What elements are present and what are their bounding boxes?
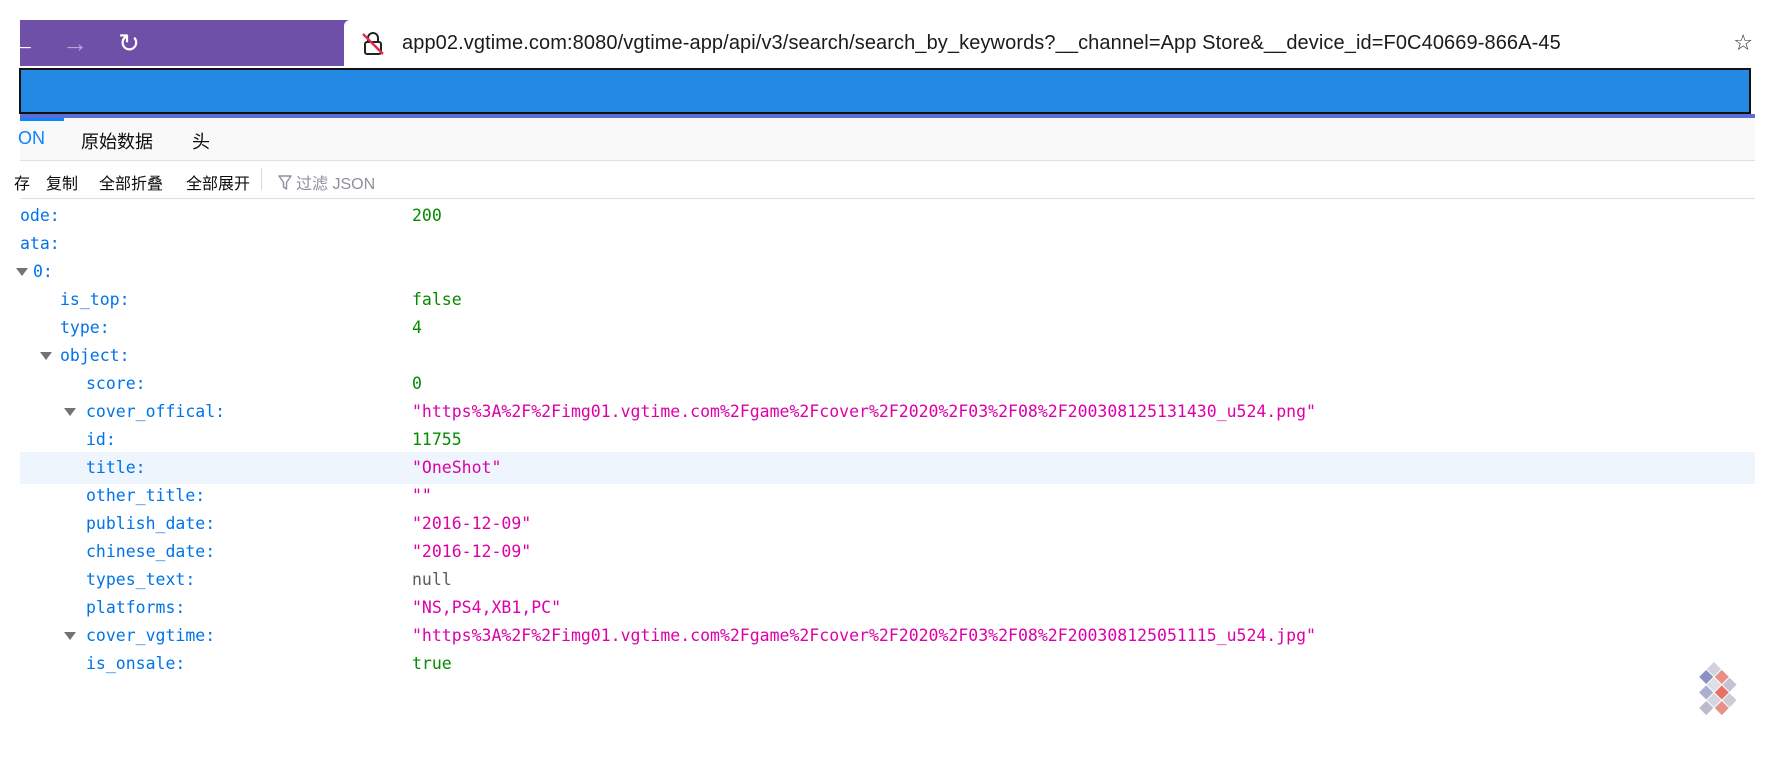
active-tab-indicator bbox=[20, 118, 64, 121]
forward-icon[interactable]: → bbox=[60, 28, 90, 58]
bookmark-star-icon[interactable]: ☆ bbox=[1733, 30, 1753, 56]
json-viewer-tabs: ON 原始数据 头 bbox=[18, 118, 1755, 161]
url-text[interactable]: app02.vgtime.com:8080/vgtime-app/api/v3/… bbox=[402, 32, 1561, 55]
url-bar[interactable]: app02.vgtime.com:8080/vgtime-app/api/v3/… bbox=[344, 20, 1755, 66]
watermark-logo bbox=[1699, 662, 1737, 716]
close-icon[interactable]: ✕ bbox=[1752, 84, 1767, 105]
tab-raw-data[interactable]: 原始数据 bbox=[81, 128, 153, 154]
tab-headers[interactable]: 头 bbox=[192, 128, 210, 154]
filter-placeholder: 过滤 JSON bbox=[296, 176, 376, 193]
expand-toggle-icon[interactable] bbox=[64, 408, 76, 416]
json-actions-toolbar: 存 复制 全部折叠 全部展开 过滤 JSON bbox=[14, 162, 1755, 199]
save-button[interactable]: 存 bbox=[14, 170, 30, 194]
collapse-all-button[interactable]: 全部折叠 bbox=[99, 170, 163, 194]
json-value: true bbox=[412, 654, 452, 673]
toolbar-divider bbox=[261, 168, 262, 190]
expand-all-button[interactable]: 全部展开 bbox=[186, 170, 250, 194]
json-key: is_onsale: bbox=[86, 654, 186, 673]
json-row[interactable]: is_onsale: true bbox=[20, 648, 1755, 680]
browser-toolbar: ← → ↻ app02.vgtime.com:8080/vgtime-app/a… bbox=[10, 20, 1755, 66]
json-tree: ode: 200 ata: 0: is_top: false type: 4 o… bbox=[16, 200, 1755, 758]
url-fade bbox=[1665, 20, 1725, 66]
expand-toggle-icon[interactable] bbox=[64, 632, 76, 640]
expand-toggle-icon[interactable] bbox=[40, 352, 52, 360]
filter-json-input[interactable]: 过滤 JSON bbox=[278, 170, 375, 194]
filter-icon bbox=[278, 175, 292, 190]
insecure-lock-icon[interactable] bbox=[360, 31, 386, 57]
expand-toggle-icon[interactable] bbox=[16, 268, 28, 276]
blue-banner bbox=[19, 68, 1751, 114]
back-icon[interactable]: ← bbox=[8, 28, 38, 58]
reload-icon[interactable]: ↻ bbox=[114, 28, 144, 58]
tab-json[interactable]: ON bbox=[18, 128, 45, 149]
copy-button[interactable]: 复制 bbox=[46, 170, 78, 194]
